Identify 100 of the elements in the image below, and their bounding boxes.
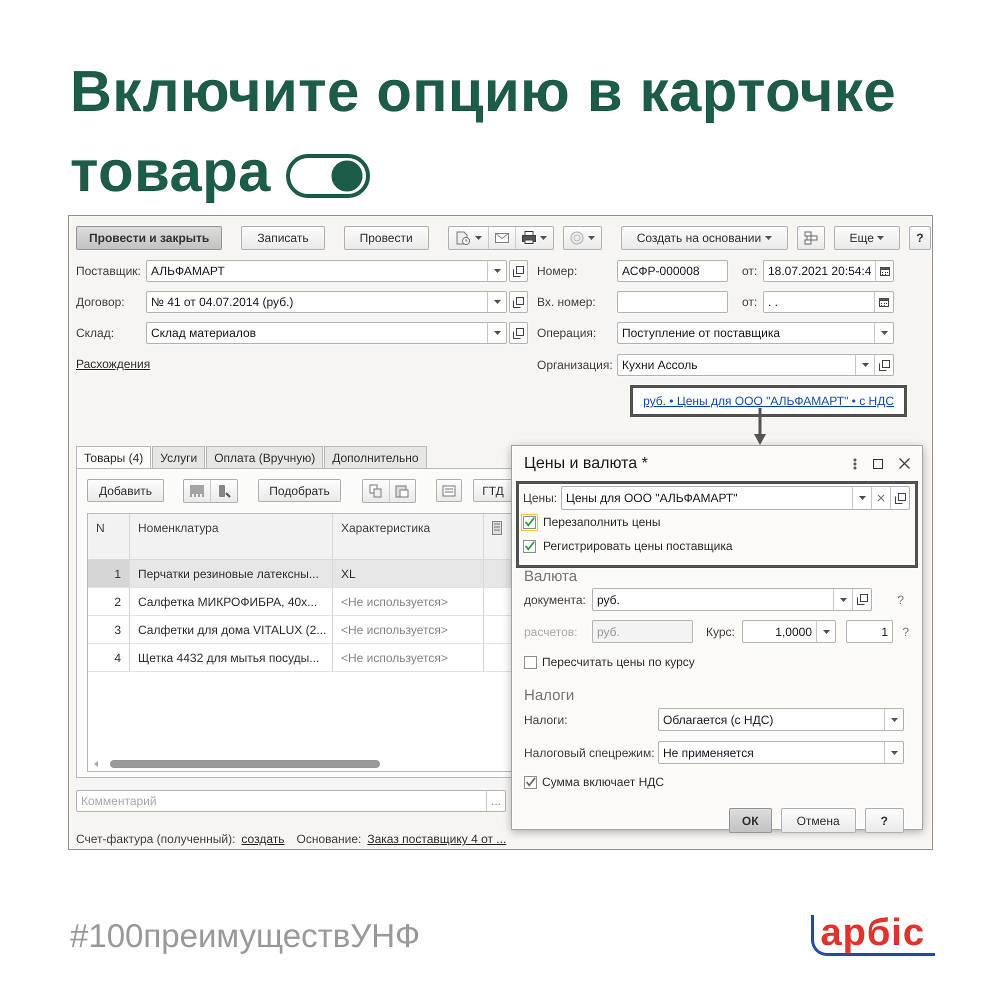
open-button[interactable]: [852, 589, 871, 610]
input-field[interactable]: 1,0000: [742, 620, 836, 643]
dialog-title: Цены и валюта *: [524, 454, 649, 472]
create-based-on-button[interactable]: Создать на основании: [620, 226, 788, 250]
more-icon[interactable]: [853, 458, 857, 470]
caret-icon: [880, 331, 888, 335]
hashtag: #100преимуществУНФ: [70, 916, 420, 954]
field-label: Цены:: [523, 491, 558, 505]
input-field[interactable]: АСФР-000008: [617, 260, 728, 282]
input-field[interactable]: Склад материалов: [146, 322, 507, 344]
checkbox[interactable]: [524, 776, 537, 788]
link[interactable]: Расхождения: [76, 357, 150, 371]
window-icon: [878, 360, 890, 370]
button[interactable]: ГТД: [473, 479, 513, 502]
field-label: Организация:: [537, 358, 614, 372]
button[interactable]: ?: [864, 808, 904, 833]
document-clock-icon: [454, 230, 471, 244]
checkbox-label[interactable]: Перезаполнить цены: [543, 515, 661, 529]
tab[interactable]: Товары (4): [76, 446, 152, 468]
input-field[interactable]: Кухни Ассоль: [617, 354, 894, 376]
caret-icon: [822, 630, 830, 634]
section-heading: Налоги: [524, 686, 576, 706]
button[interactable]: ?: [909, 226, 931, 250]
column-settings-icon[interactable]: [492, 521, 502, 535]
input-field[interactable]: 1: [846, 620, 893, 643]
field-label: Налоговый спецрежим:: [524, 746, 656, 760]
table-cell: <Не используется>: [333, 588, 484, 615]
caret-icon: [858, 496, 866, 500]
structure-icon: [804, 230, 818, 244]
button[interactable]: Записать: [241, 226, 325, 250]
open-button[interactable]: [874, 355, 893, 375]
table-cell: Щетка 4432 для мытья посуды...: [130, 644, 333, 671]
printer-icon: [522, 231, 536, 244]
logo: арбіс: [811, 915, 935, 956]
checkbox-label[interactable]: Регистрировать цены поставщика: [543, 539, 733, 553]
column-header[interactable]: Характеристика: [333, 514, 484, 559]
table-cell: <Не используется>: [333, 644, 484, 671]
input-field[interactable]: АЛЬФАМАРТ: [146, 260, 507, 282]
button[interactable]: Добавить: [87, 479, 164, 502]
window-icon: [894, 492, 906, 504]
checkbox-label[interactable]: Сумма включает НДС: [542, 775, 664, 789]
form-icon: [442, 484, 456, 498]
section-heading: Валюта: [524, 568, 578, 586]
caret-icon: [862, 363, 868, 367]
calendar-button[interactable]: [875, 261, 893, 281]
caret-icon: [494, 300, 500, 304]
open-button[interactable]: [509, 322, 528, 344]
more-button[interactable]: Еще: [834, 226, 900, 250]
input-field[interactable]: руб.: [592, 588, 872, 611]
table-cell: Салфетки для дома VITALUX (2...: [130, 616, 333, 643]
field-label: Поставщик:: [76, 264, 142, 278]
table-cell: XL: [333, 560, 484, 587]
column-header[interactable]: N: [88, 514, 130, 559]
button[interactable]: Провести: [344, 226, 429, 250]
table-cell: Салфетка МИКРОФИБРА, 40х...: [130, 588, 333, 615]
link[interactable]: руб. • Цены для ООО "АЛЬФАМАРТ" • с НДС: [643, 394, 894, 408]
button[interactable]: Отмена: [780, 808, 856, 833]
button[interactable]: Провести и закрыть: [76, 226, 222, 250]
input-field[interactable]: № 41 от 04.07.2014 (руб.): [146, 291, 507, 313]
structure-button[interactable]: [796, 226, 825, 250]
link[interactable]: Заказ поставщику 4 от ...: [367, 832, 506, 846]
input-field[interactable]: Не применяется: [658, 741, 904, 764]
table-cell: 1: [88, 560, 130, 587]
column-header[interactable]: Номенклатура: [130, 514, 333, 559]
form-button[interactable]: [436, 479, 462, 502]
barcode-icon: [190, 484, 204, 498]
paste-icon: [395, 484, 410, 498]
open-button[interactable]: [509, 260, 528, 282]
table-cell: 2: [88, 588, 130, 615]
input-field[interactable]: Облагается (с НДС): [658, 708, 904, 731]
maximize-icon[interactable]: [873, 458, 883, 468]
caret-icon: [890, 718, 898, 722]
tab[interactable]: Дополнительно: [324, 446, 427, 468]
calendar-icon: [880, 266, 890, 276]
input-field[interactable]: Поступление от поставщика: [617, 322, 894, 344]
field-label: Договор:: [76, 295, 126, 309]
clear-icon: [877, 494, 885, 502]
button[interactable]: ОК: [728, 808, 772, 833]
field-label: от:: [741, 264, 758, 278]
comment-field[interactable]: Комментарий ...: [76, 790, 506, 812]
caret-icon: [494, 331, 500, 335]
help-icon[interactable]: ?: [888, 592, 904, 606]
close-icon[interactable]: [899, 458, 910, 469]
checkbox[interactable]: [523, 540, 536, 552]
input-field[interactable]: Цены для ООО "АЛЬФАМАРТ": [561, 486, 910, 510]
tab[interactable]: Услуги: [152, 446, 206, 468]
open-button[interactable]: [890, 487, 909, 509]
input-field[interactable]: [617, 291, 728, 313]
select-button[interactable]: ...: [486, 791, 505, 811]
link[interactable]: создать: [241, 832, 284, 846]
help-icon[interactable]: ?: [893, 624, 909, 638]
button[interactable]: Подобрать: [258, 479, 341, 502]
tab[interactable]: Оплата (Вручную): [206, 446, 324, 468]
checkbox-label[interactable]: Пересчитать цены по курсу: [542, 655, 695, 669]
calendar-icon: [879, 297, 889, 307]
date-field[interactable]: 18.07.2021 20:54:4: [763, 260, 894, 282]
open-button[interactable]: [509, 291, 528, 313]
date-field[interactable]: . .: [763, 291, 894, 313]
checkbox[interactable]: [524, 656, 537, 668]
copy-icon: [368, 484, 383, 498]
